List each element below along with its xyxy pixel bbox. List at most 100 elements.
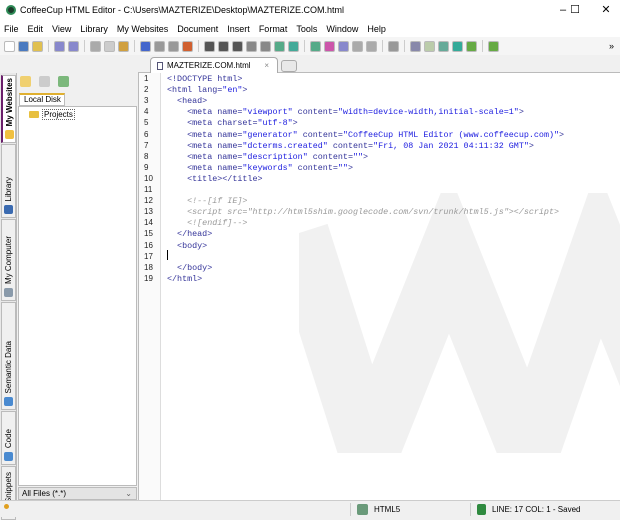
toolbar-button-icon[interactable] [182,40,193,52]
code-token: content= [307,151,353,162]
tools-icon[interactable] [39,76,50,87]
side-tab-label: Semantic Data [4,340,13,393]
toolbar-button-icon[interactable] [488,40,499,52]
upload-icon[interactable] [58,76,69,87]
menu-library[interactable]: Library [80,24,108,34]
code-token: > [363,151,369,162]
menu-view[interactable]: View [52,24,71,34]
code-token: <![endif]--> [167,218,248,229]
side-tab-my-computer[interactable]: My Computer [1,219,16,301]
line-number: 3 [144,96,149,106]
toolbar-button-icon[interactable] [260,40,271,52]
toolbar-button-icon[interactable] [288,40,299,52]
menu-document[interactable]: Document [177,24,218,34]
side-tab-library[interactable]: Library [1,144,16,218]
toolbar-button-icon[interactable] [4,40,15,52]
toolbar-button-icon[interactable] [452,40,463,52]
doctype-indicator[interactable]: HTML5 [350,503,470,516]
toolbar-button-icon[interactable] [90,40,101,52]
toolbar-separator [382,40,383,52]
close-button[interactable]: ✕ [592,0,620,20]
menu-help[interactable]: Help [367,24,386,34]
line-number: 7 [144,140,149,150]
toolbar-button-icon[interactable] [140,40,151,52]
html-file-icon [157,61,163,70]
side-tab-semantic-data[interactable]: Semantic Data [1,302,16,410]
file-filter-select[interactable]: All Files (*.*) ⌄ [18,487,137,500]
toolbar-separator [482,40,483,52]
code-token: <meta name= [167,107,243,118]
line-number: 16 [144,240,153,250]
toolbar-button-icon[interactable] [204,40,215,52]
close-tab-button[interactable]: × [264,61,269,70]
toolbar-button-icon[interactable] [466,40,477,52]
toolbar-button-icon[interactable] [18,40,29,52]
line-number: 2 [144,85,149,95]
toolbar-button-icon[interactable] [424,40,435,52]
side-tab-icon [4,397,13,406]
toolbar-button-icon[interactable] [54,40,65,52]
code-token: </html> [167,273,203,284]
toolbar-button-icon[interactable] [366,40,377,52]
menu-file[interactable]: File [4,24,19,34]
toolbar-button-icon[interactable] [338,40,349,52]
code-line: <head> [167,96,207,106]
new-tab-button[interactable] [281,60,297,72]
toolbar-button-icon[interactable] [168,40,179,52]
code-token: </head> [167,229,213,240]
code-editor[interactable]: 1 <!DOCTYPE html> 2 <html lang="en"> 3 <head… [138,73,620,500]
toolbar-button-icon[interactable] [68,40,79,52]
code-token: <meta name= [167,129,243,140]
tab-label: MAZTERIZE.COM.html [167,61,251,70]
side-tab-icon [4,130,14,139]
code-token: <title></title> [167,173,263,184]
toolbar-button-icon[interactable] [324,40,335,52]
my-websites-panel: Local Disk Projects All Files (*.*) ⌄ [17,73,138,500]
code-token: content= [297,129,343,140]
code-token: "" [337,162,348,173]
code-token: "utf-8" [257,118,293,129]
toolbar-button-icon[interactable] [246,40,257,52]
maximize-button[interactable]: ☐ [561,0,589,20]
code-line: <![endif]--> [167,218,247,228]
menu-edit[interactable]: Edit [28,24,44,34]
toolbar-button-icon[interactable] [274,40,285,52]
line-number: 15 [144,229,153,239]
code-line: <meta name="viewport" content="width=dev… [167,107,524,117]
code-token: </body> [167,262,213,273]
menu-tools[interactable]: Tools [296,24,317,34]
toolbar-button-icon[interactable] [218,40,229,52]
code-token: <body> [167,240,208,251]
code-line: <!--[if IE]> [167,196,247,206]
tree-item-projects[interactable]: Projects [29,109,75,120]
doctype-icon [357,504,368,515]
folder-icon [29,111,39,118]
side-tab-my-websites[interactable]: My Websites [1,75,16,143]
toolbar-button-icon[interactable] [154,40,165,52]
toolbar-button-icon[interactable] [410,40,421,52]
code-line: <!DOCTYPE html> [167,74,242,84]
tab-mazterize-com-html[interactable]: MAZTERIZE.COM.html × [150,57,278,73]
toolbar-button-icon[interactable] [388,40,399,52]
toolbar-button-icon[interactable] [104,40,115,52]
toolbar-button-icon[interactable] [310,40,321,52]
side-tab-label: My Websites [4,77,14,126]
code-token: > [528,140,534,151]
side-tab-code[interactable]: Code [1,411,16,465]
toolbar-button-icon[interactable] [118,40,129,52]
side-tab-label: My Computer [4,235,13,284]
tab-local-disk[interactable]: Local Disk [19,93,65,106]
code-token: > [559,129,565,140]
new-folder-icon[interactable] [20,76,31,87]
code-line: <html lang="en"> [167,85,247,95]
toolbar-button-icon[interactable] [438,40,449,52]
menu-window[interactable]: Window [326,24,358,34]
menu-format[interactable]: Format [259,24,288,34]
toolbar-button-icon[interactable] [232,40,243,52]
menu-insert[interactable]: Insert [227,24,250,34]
toolbar-button-icon[interactable] [32,40,43,52]
toolbar-overflow-button[interactable]: » [609,41,614,51]
toolbar-button-icon[interactable] [352,40,363,52]
line-number: 10 [144,173,153,183]
menu-my-websites[interactable]: My Websites [117,24,168,34]
